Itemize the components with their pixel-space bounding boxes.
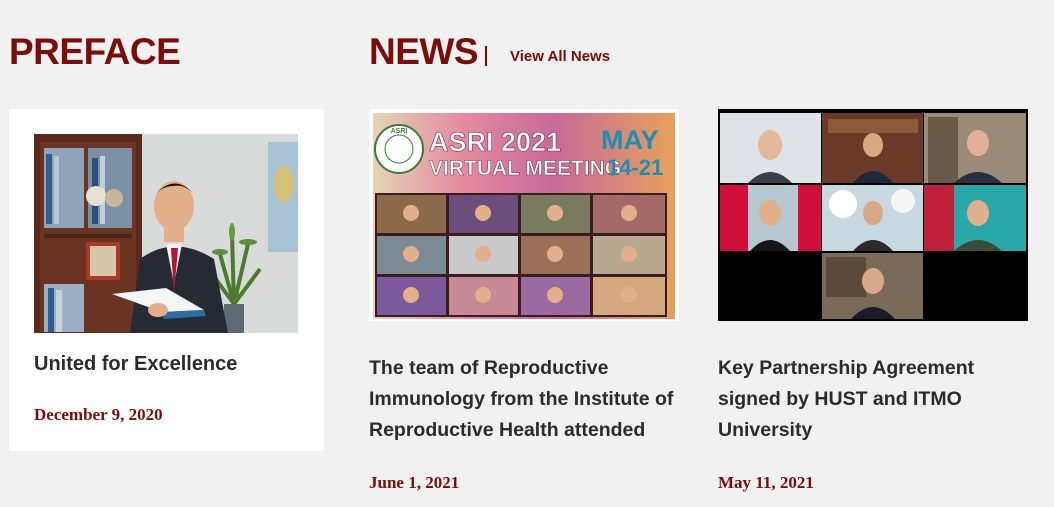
poster-month: MAY (601, 125, 659, 155)
poster-headline: ASRI 2021 (429, 127, 561, 157)
news-item-1-date: June 1, 2021 (369, 473, 460, 492)
poster-subheadline: VIRTUAL MEETING (429, 157, 621, 180)
news-heading: NEWS (369, 31, 479, 72)
preface-card[interactable]: United for Excellence December 9, 2020 (9, 109, 324, 451)
news-item-1-image[interactable]: ASRI ASRI 2021 VIRTUAL MEETING MAY 14-21 (369, 109, 679, 321)
heading-divider (485, 46, 487, 66)
news-item-1-title[interactable]: The team of Reproductive Immunology from… (369, 353, 689, 446)
preface-card-date: December 9, 2020 (34, 405, 163, 424)
news-item-2-title[interactable]: Key Partnership Agreement signed by HUST… (718, 353, 1018, 446)
video-grid (375, 193, 667, 317)
asri-logo-text: ASRI (391, 128, 408, 135)
news-item-2-date: May 11, 2021 (718, 473, 814, 492)
preface-photo (34, 134, 298, 333)
preface-heading: PREFACE (9, 31, 181, 72)
view-all-news-link[interactable]: View All News (510, 48, 610, 65)
preface-card-title[interactable]: United for Excellence (34, 353, 237, 376)
news-item-2-image[interactable] (718, 109, 1028, 321)
poster-days: 14-21 (607, 155, 663, 180)
